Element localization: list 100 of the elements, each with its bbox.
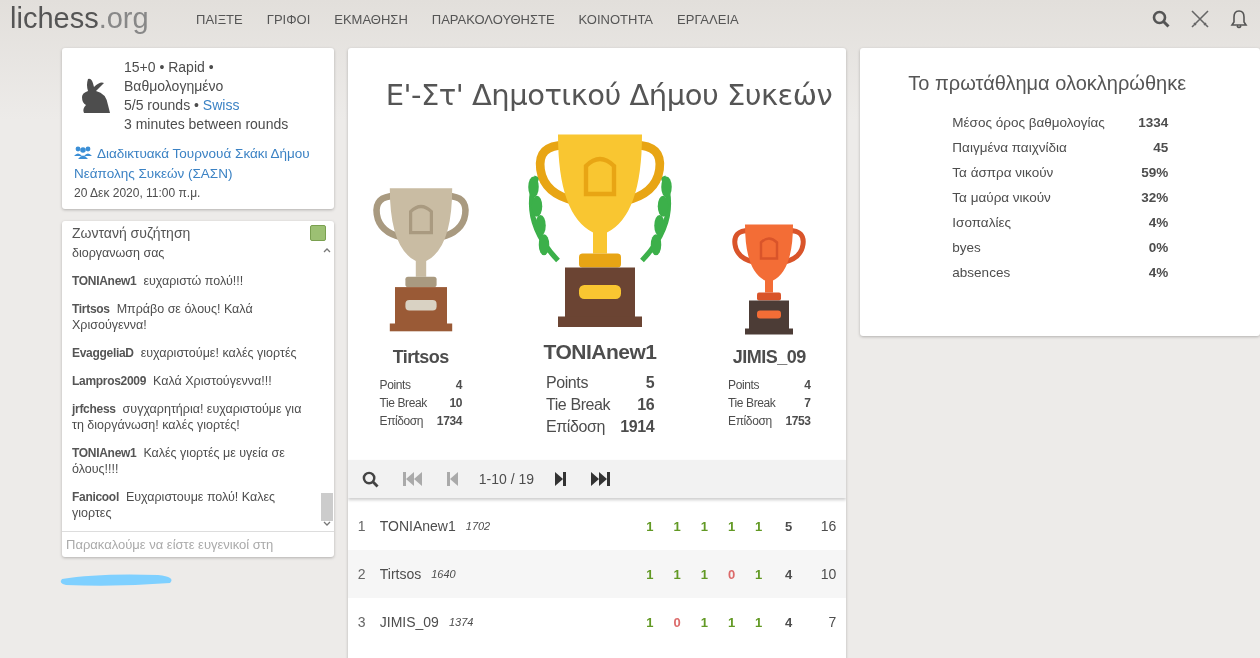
site-logo[interactable]: lichess.org xyxy=(10,1,180,35)
player-name[interactable]: JIMIS_09 xyxy=(732,347,806,368)
stat-value: 5 xyxy=(644,373,655,393)
nav-link[interactable]: ΓΡΙΦΟΙ xyxy=(266,11,311,27)
standings-row[interactable]: 3 JIMIS_09 1374 1 0 1 1 1 4 7 xyxy=(347,598,847,646)
stat-label: Tie Break xyxy=(545,395,611,415)
bell-icon[interactable] xyxy=(1230,9,1248,29)
player-rating: 1374 xyxy=(448,616,475,628)
standings-row[interactable]: 1 TONIAnew1 1702 1 1 1 1 1 5 16 xyxy=(347,502,847,550)
round-result[interactable]: 1 xyxy=(700,614,708,630)
player-name[interactable]: TONIAnew1 xyxy=(543,340,657,364)
stat-value: 4% xyxy=(1147,265,1169,280)
stat-value: 10 xyxy=(448,395,462,412)
round-result[interactable]: 1 xyxy=(755,614,763,630)
round-result[interactable]: 0 xyxy=(727,566,736,582)
summary-title: Το πρωτάθλημα ολοκληρώθηκε xyxy=(908,72,1188,95)
chat-title: Ζωντανή συζήτηση xyxy=(72,225,191,241)
round-result[interactable]: 1 xyxy=(673,518,681,534)
player-name: JIMIS_09 xyxy=(379,614,439,630)
chat-message: Tirtsos Μπράβο σε όλους! Καλά Χρισούγεννα! xyxy=(72,301,254,333)
player-rating: 1702 xyxy=(465,520,492,532)
stat-label: Tie Break xyxy=(379,395,427,412)
round-result[interactable]: 1 xyxy=(755,518,763,534)
rank-number: 3 xyxy=(357,614,367,630)
stat-value: 4 xyxy=(454,377,462,394)
stat-value: 1914 xyxy=(620,417,655,437)
round-result[interactable]: 1 xyxy=(646,614,654,630)
stat-label: Ισοπαλίες xyxy=(952,215,1012,230)
round-result[interactable]: 1 xyxy=(646,518,654,534)
stat-label: byes xyxy=(952,240,982,255)
points-total: 4 xyxy=(784,614,793,630)
stat-value: 7 xyxy=(803,395,811,412)
search-icon[interactable] xyxy=(361,470,379,488)
standings-row[interactable]: 2 Tirtsos 1640 1 1 1 0 1 4 10 xyxy=(347,550,847,598)
game-format: 15+0 • Rapid • xyxy=(124,58,215,77)
rounds-count: 5/5 rounds • xyxy=(124,97,199,113)
nav-link[interactable]: ΠΑΡΑΚΟΛΟΥΘΗΣΤΕ xyxy=(431,11,555,27)
points-total: 4 xyxy=(784,566,793,582)
chat-message: jrfchess συγχαρητήρια! ευχαριστούμε για τη διοργάνωση! καλές γιορτές! xyxy=(72,401,303,433)
rank-number: 1 xyxy=(357,518,367,534)
chat-message: EvaggeliaD ευχαριστούμε! καλές γιορτές xyxy=(72,345,298,361)
stat-value: 16 xyxy=(636,395,655,415)
search-icon[interactable] xyxy=(1152,10,1170,28)
round-result[interactable]: 1 xyxy=(646,566,654,582)
stat-label: Τα μαύρα νικούν xyxy=(952,190,1052,205)
stat-label: Επίδοση xyxy=(545,417,606,437)
stat-label: Τα άσπρα νικούν xyxy=(952,165,1055,180)
stat-label: Points xyxy=(728,377,761,394)
page-range: 1-10 / 19 xyxy=(478,471,535,487)
chat-toggle[interactable] xyxy=(309,225,326,241)
chat-message: διοργανωση σας xyxy=(72,245,166,261)
stat-value: 4 xyxy=(803,377,811,394)
nav-link[interactable]: ΕΚΜΑΘΗΣΗ xyxy=(334,11,408,27)
stat-value: 1753 xyxy=(785,413,811,430)
round-result[interactable]: 1 xyxy=(700,518,708,534)
stat-label: Points xyxy=(379,377,412,394)
next-page-icon[interactable] xyxy=(554,472,567,486)
stat-value: 1334 xyxy=(1137,115,1169,130)
scroll-up-icon[interactable] xyxy=(323,247,332,253)
chat-message: TONIAnew1 Καλές γιορτές με υγεία σε όλους!!!! xyxy=(72,445,286,477)
scrollbar-thumb[interactable] xyxy=(321,493,334,521)
stat-label: absences xyxy=(952,265,1012,280)
round-result[interactable]: 0 xyxy=(673,614,681,630)
stat-label: Tie Break xyxy=(728,395,776,412)
points-total: 5 xyxy=(784,518,793,534)
stat-value: 45 xyxy=(1152,140,1169,155)
player-name: Tirtsos xyxy=(379,566,422,582)
stat-label: Points xyxy=(545,373,589,393)
round-result[interactable]: 1 xyxy=(700,566,708,582)
round-result[interactable]: 1 xyxy=(727,614,736,630)
round-result[interactable]: 1 xyxy=(755,566,763,582)
start-date: 20 Δεκ 2020, 11:00 π.μ. xyxy=(74,186,202,200)
player-name[interactable]: Tirtsos xyxy=(392,347,449,368)
crossed-swords-icon[interactable] xyxy=(1190,9,1210,29)
round-interval: 3 minutes between rounds xyxy=(124,115,289,134)
nav-link[interactable]: ΚΟΙΝΟΤΗΤΑ xyxy=(578,11,654,27)
player-rating: 1640 xyxy=(431,568,457,580)
last-page-icon[interactable] xyxy=(590,472,611,486)
round-result[interactable]: 1 xyxy=(673,566,681,582)
chat-message: Lampros2009 Καλά Χριστούγεννα!!! xyxy=(72,373,273,389)
nav-link[interactable]: ΕΡΓΑΛΕΙΑ xyxy=(677,11,739,27)
stat-label: Επίδοση xyxy=(728,413,773,430)
tiebreak-score: 7 xyxy=(827,614,837,630)
round-result[interactable]: 1 xyxy=(727,518,736,534)
scroll-down-icon[interactable] xyxy=(323,521,332,527)
stat-value: 4% xyxy=(1147,215,1169,230)
player-name: TONIAnew1 xyxy=(379,518,456,534)
chat-input-field[interactable]: Παρακαλούμε να είστε ευγενικοί στη xyxy=(62,532,334,557)
stat-value: 59% xyxy=(1140,165,1169,180)
people-icon xyxy=(74,146,92,159)
team-link[interactable]: Διαδικτυακά Τουρνουά Σκάκι Δήμου Νεάπολης Συκεών (ΣΑΣΝ) xyxy=(74,144,322,184)
stat-value: 1734 xyxy=(436,413,462,430)
stat-label: Επίδοση xyxy=(379,413,425,430)
swiss-link[interactable]: Swiss xyxy=(202,97,240,113)
nav-link[interactable]: ΠΑΙΞΤΕ xyxy=(196,11,243,27)
chat-message: TONIAnew1 ευχαριστώ πολύ!!! xyxy=(72,273,245,289)
stat-value: 32% xyxy=(1140,190,1169,205)
rated-label: Βαθμολογημένο xyxy=(124,77,225,96)
tiebreak-score: 16 xyxy=(819,518,837,534)
tiebreak-score: 10 xyxy=(819,566,837,582)
